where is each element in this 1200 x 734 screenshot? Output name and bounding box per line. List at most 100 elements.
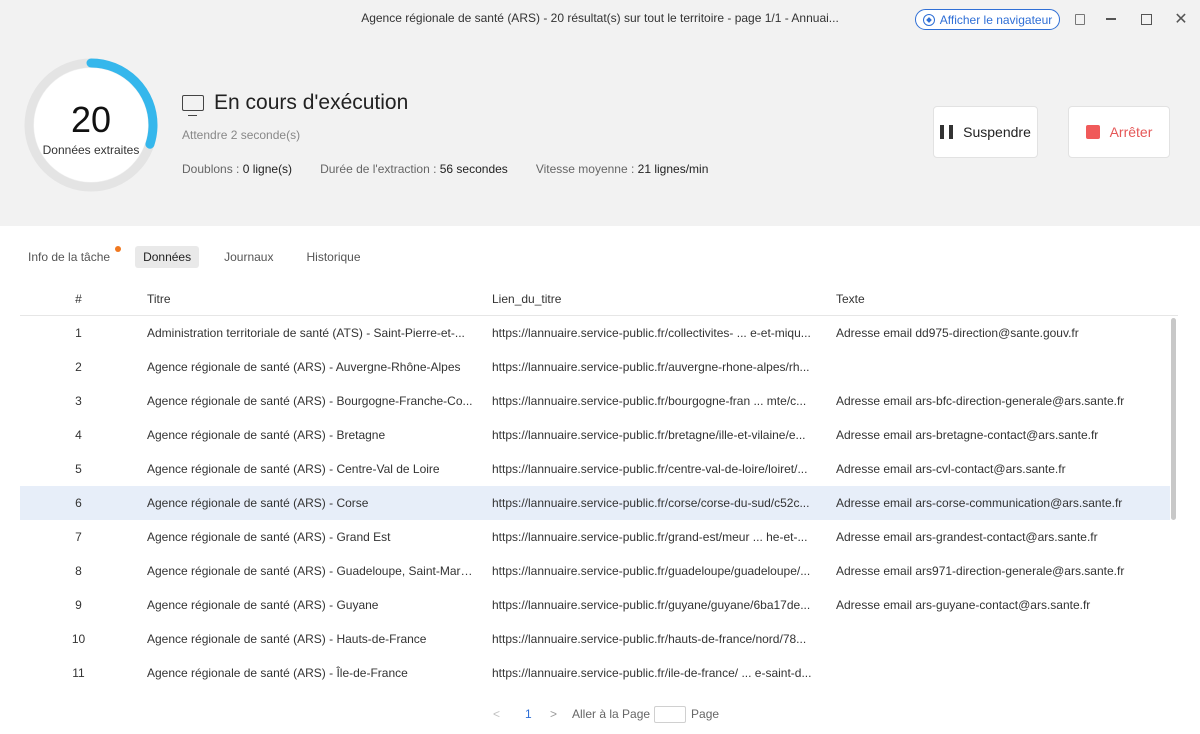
suspend-label: Suspendre	[963, 124, 1031, 140]
stat-speed: Vitesse moyenne : 21 lignes/min	[535, 162, 709, 176]
cell-titre: Agence régionale de santé (ARS) - Guyane	[147, 598, 379, 612]
minimize-button[interactable]	[1101, 9, 1121, 29]
tab-donn-es[interactable]: Données	[135, 246, 200, 268]
goto-page-label: Aller à la Page	[572, 707, 651, 721]
cell-number: 2	[75, 360, 82, 374]
cell-texte: Adresse email dd975-direction@sante.gouv…	[836, 326, 1079, 340]
cell-texte: Adresse email ars-cvl-contact@ars.sante.…	[836, 462, 1066, 476]
cell-lien: https://lannuaire.service-public.fr/bret…	[492, 428, 806, 442]
extracted-label: Données extraites	[42, 143, 140, 157]
tab-label: Journaux	[224, 250, 274, 264]
table-row[interactable]: 7 Agence régionale de santé (ARS) - Grand…	[20, 520, 1170, 554]
notification-dot	[115, 246, 122, 252]
cell-titre: Agence régionale de santé (ARS) - Île-de…	[147, 666, 408, 680]
cell-texte: Adresse email ars-grandest-contact@ars.s…	[836, 530, 1098, 544]
cell-lien: https://lannuaire.service-public.fr/haut…	[492, 632, 807, 646]
cell-titre: Agence régionale de santé (ARS) - Auverg…	[147, 360, 461, 374]
tab-historique[interactable]: Historique	[298, 246, 368, 268]
task-header: Agence régionale de santé (ARS) - 20 rés…	[0, 0, 1200, 226]
tab-info-de-la-t-che[interactable]: Info de la tâche	[20, 246, 122, 268]
cell-titre: Agence régionale de santé (ARS) - Hauts-…	[147, 632, 427, 646]
cell-number: 7	[75, 530, 82, 544]
cell-texte: Adresse email ars-corse-communication@ar…	[836, 496, 1123, 510]
cell-number: 9	[75, 598, 82, 612]
cell-titre: Agence régionale de santé (ARS) - Corse	[147, 496, 369, 510]
compass-icon	[922, 13, 935, 26]
tab-journaux[interactable]: Journaux	[216, 246, 281, 268]
cell-titre: Agence régionale de santé (ARS) - Bourgo…	[147, 394, 473, 408]
cell-number: 3	[75, 394, 82, 408]
cell-number: 10	[71, 632, 86, 646]
close-button[interactable]: ✕	[1171, 9, 1191, 29]
page-suffix-label: Page	[691, 707, 720, 721]
tab-label: Info de la tâche	[28, 250, 111, 264]
window-title: Agence régionale de santé (ARS) - 20 rés…	[361, 11, 839, 25]
pagination: < 1 > Aller à la Page Page	[493, 705, 719, 723]
table-row[interactable]: 9 Agence régionale de santé (ARS) - Guyan…	[20, 588, 1170, 622]
monitor-icon	[182, 95, 204, 116]
column-header-texte[interactable]: Texte	[836, 282, 1166, 316]
goto-page-input[interactable]	[654, 705, 687, 723]
stat-duplicates: Doublons : 0 ligne(s)	[182, 162, 293, 176]
stop-label: Arrêter	[1109, 124, 1153, 140]
status-subtitle: Attendre 2 seconde(s)	[182, 128, 301, 142]
edit-icon[interactable]	[1070, 9, 1090, 29]
cell-number: 8	[75, 564, 82, 578]
table-row[interactable]: 10 Agence régionale de santé (ARS) - Haut…	[20, 622, 1170, 656]
cell-titre: Administration territoriale de santé (AT…	[147, 326, 465, 340]
cell-number: 11	[72, 666, 85, 680]
table-row[interactable]: 3 Agence régionale de santé (ARS) - Bourg…	[20, 384, 1170, 418]
cell-number: 1	[75, 326, 82, 340]
show-browser-button[interactable]: Afficher le navigateur	[915, 9, 1060, 30]
table-body: 1 Administration territoriale de santé (A…	[20, 316, 1170, 690]
extracted-count: 20	[70, 99, 112, 140]
maximize-button[interactable]	[1136, 9, 1156, 29]
column-header-lien[interactable]: Lien_du_titre	[492, 282, 818, 316]
cell-lien: https://lannuaire.service-public.fr/auve…	[492, 360, 810, 374]
table-row[interactable]: 6 Agence régionale de santé (ARS) - Corse…	[20, 486, 1170, 520]
status-title: En cours d'exécution	[214, 91, 409, 114]
cell-number: 6	[75, 496, 82, 510]
cell-lien: https://lannuaire.service-public.fr/coll…	[492, 326, 811, 340]
cell-lien: https://lannuaire.service-public.fr/gran…	[492, 530, 808, 544]
tab-label: Données	[143, 250, 192, 264]
pause-icon	[940, 125, 954, 139]
tab-bar: Info de la tâche Données Journaux Historiqu…	[20, 245, 386, 269]
cell-titre: Agence régionale de santé (ARS) - Guadel…	[147, 564, 473, 578]
table-row[interactable]: 1 Administration territoriale de santé (A…	[20, 316, 1170, 350]
table-header: # Titre Lien_du_titre Texte	[20, 282, 1178, 316]
cell-titre: Agence régionale de santé (ARS) - Bretag…	[147, 428, 386, 442]
cell-number: 5	[75, 462, 82, 476]
cell-lien: https://lannuaire.service-public.fr/guad…	[492, 564, 811, 578]
table-row[interactable]: 4 Agence régionale de santé (ARS) - Breta…	[20, 418, 1170, 452]
suspend-button[interactable]: Suspendre	[933, 106, 1038, 158]
cell-titre: Agence régionale de santé (ARS) - Grand …	[147, 530, 391, 544]
stop-button[interactable]: Arrêter	[1068, 106, 1170, 158]
table-row[interactable]: 5 Agence régionale de santé (ARS) - Centr…	[20, 452, 1170, 486]
table-row[interactable]: 8 Agence régionale de santé (ARS) - Guade…	[20, 554, 1170, 588]
column-header-titre[interactable]: Titre	[147, 282, 473, 316]
cell-lien: https://lannuaire.service-public.fr/ile-…	[492, 666, 812, 680]
stats-bar: Doublons : 0 ligne(s) Durée de l'extract…	[182, 162, 708, 176]
column-header-number[interactable]: #	[20, 282, 137, 316]
cell-texte: Adresse email ars971-direction-generale@…	[836, 564, 1125, 578]
previous-page-button[interactable]: <	[493, 707, 507, 721]
cell-texte: Adresse email ars-guyane-contact@ars.san…	[836, 598, 1091, 612]
cell-texte: Adresse email ars-bretagne-contact@ars.s…	[836, 428, 1099, 442]
next-page-button[interactable]: >	[550, 707, 562, 721]
cell-lien: https://lannuaire.service-public.fr/cent…	[492, 462, 808, 476]
cell-texte: Adresse email ars-bfc-direction-generale…	[836, 394, 1125, 408]
cell-lien: https://lannuaire.service-public.fr/guya…	[492, 598, 811, 612]
cell-lien: https://lannuaire.service-public.fr/bour…	[492, 394, 807, 408]
tab-label: Historique	[306, 250, 361, 264]
table-row[interactable]: 11 Agence régionale de santé (ARS) - Île-…	[20, 656, 1170, 690]
stop-icon	[1085, 125, 1100, 139]
table-scrollbar[interactable]	[1171, 318, 1176, 520]
page-number-current[interactable]: 1	[525, 707, 535, 721]
stat-duration: Durée de l'extraction : 56 secondes	[320, 162, 508, 176]
cell-number: 4	[75, 428, 82, 442]
cell-lien: https://lannuaire.service-public.fr/cors…	[492, 496, 810, 510]
cell-titre: Agence régionale de santé (ARS) - Centre…	[147, 462, 440, 476]
show-browser-label: Afficher le navigateur	[939, 12, 1053, 27]
table-row[interactable]: 2 Agence régionale de santé (ARS) - Auver…	[20, 350, 1170, 384]
